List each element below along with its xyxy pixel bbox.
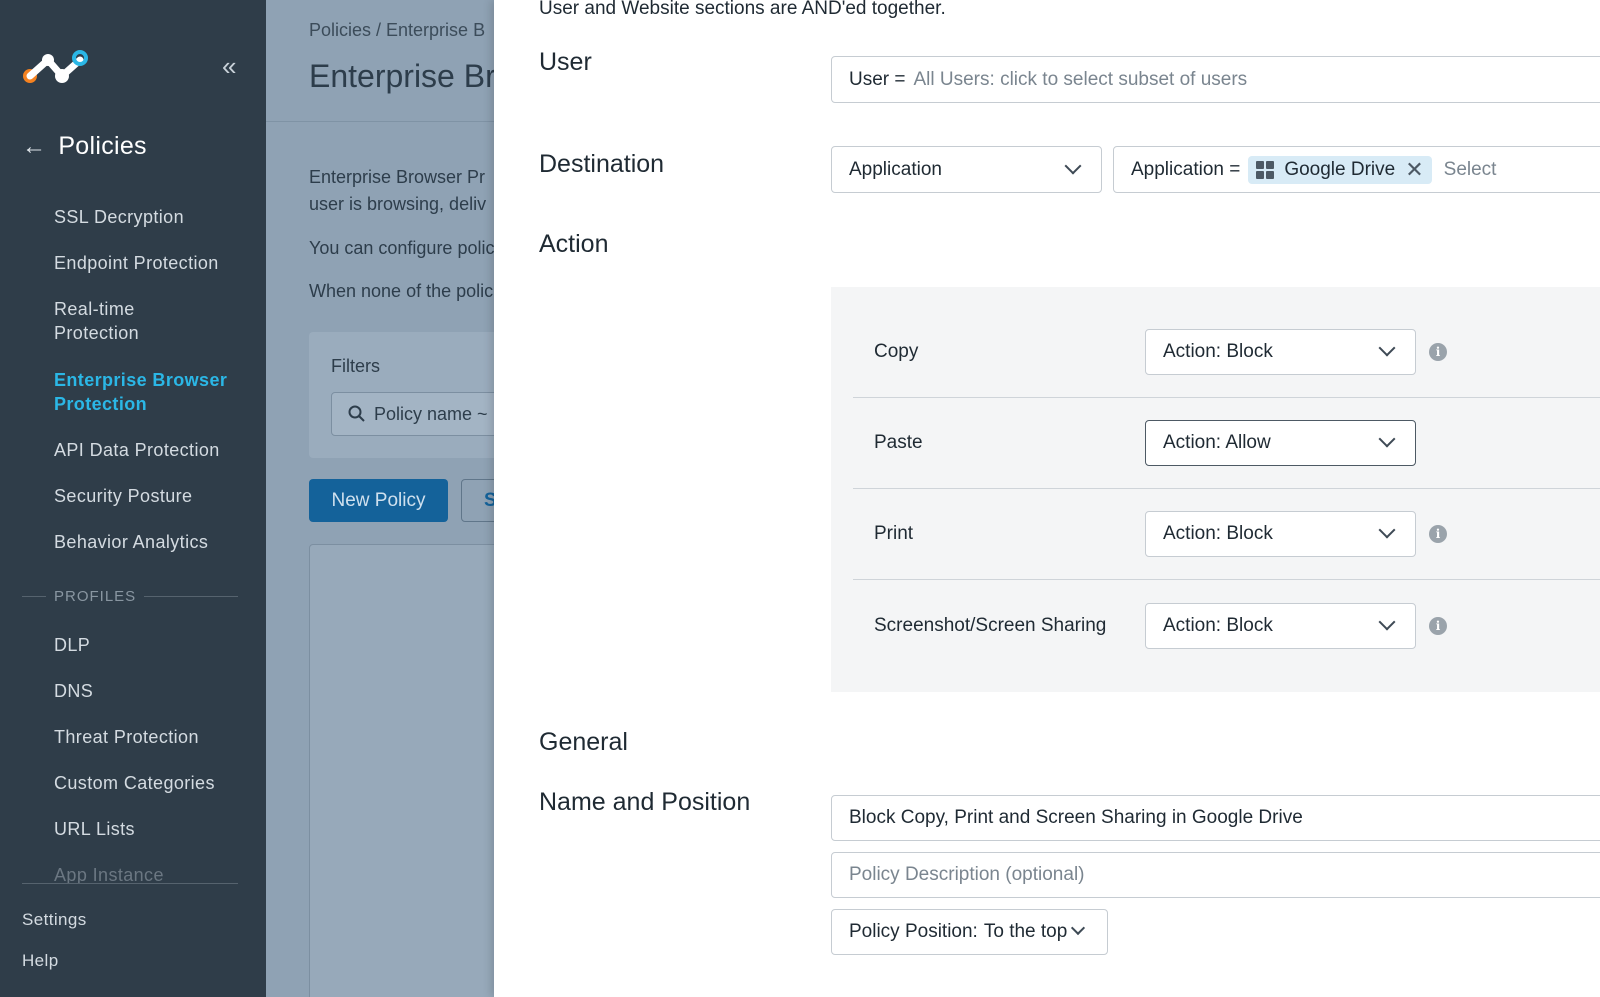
sidebar-item-enterprise-browser-protection[interactable]: Enterprise Browser Protection xyxy=(54,368,254,416)
sidebar-item-ssl-decryption[interactable]: SSL Decryption xyxy=(54,205,254,229)
sidebar: « ← Policies SSL Decryption Endpoint Pro… xyxy=(0,0,266,997)
action-section-label: Action xyxy=(539,230,609,258)
application-selector-field[interactable]: Application = Google Drive ✕ Select xyxy=(1113,146,1600,193)
print-action-value: Action: Block xyxy=(1163,523,1273,544)
destination-section-label: Destination xyxy=(539,150,665,178)
logo-icon[interactable] xyxy=(22,48,92,88)
policy-description-placeholder: Policy Description (optional) xyxy=(849,864,1085,885)
info-icon[interactable]: i xyxy=(1429,525,1447,543)
policy-position-prefix: Policy Position: xyxy=(849,921,978,942)
action-row-label: Paste xyxy=(874,432,923,453)
breadcrumb: Policies / Enterprise B xyxy=(309,20,486,40)
application-field-prefix: Application = xyxy=(1131,158,1241,180)
name-position-label: Name and Position xyxy=(539,788,751,816)
action-row-copy: Copy Action: Block i xyxy=(853,307,1600,398)
action-row-paste: Paste Action: Allow xyxy=(853,398,1600,489)
print-action-select[interactable]: Action: Block xyxy=(1145,511,1416,557)
filters-label: Filters xyxy=(331,356,380,376)
policy-position-select[interactable]: Policy Position: To the top xyxy=(831,909,1108,955)
sidebar-item-custom-categories[interactable]: Custom Categories xyxy=(54,771,254,795)
policy-description-input[interactable]: Policy Description (optional) xyxy=(831,852,1600,898)
secondary-button[interactable]: S xyxy=(461,479,494,522)
page-description-line: Enterprise Browser Pr xyxy=(309,167,486,187)
sidebar-item-dlp[interactable]: DLP xyxy=(54,633,254,657)
sidebar-section-title: Policies xyxy=(58,132,147,160)
destination-type-value: Application xyxy=(849,158,942,180)
user-field-value: All Users: click to select subset of use… xyxy=(913,68,1248,90)
page-description-line: You can configure polic xyxy=(309,238,494,258)
user-section-label: User xyxy=(539,48,592,76)
app-grid-icon xyxy=(1256,160,1275,179)
destination-type-select[interactable]: Application xyxy=(831,146,1102,193)
application-chip-label: Google Drive xyxy=(1284,158,1396,180)
general-section-label: General xyxy=(539,728,628,756)
copy-action-value: Action: Block xyxy=(1163,341,1273,362)
background-page: Policies / Enterprise B Enterprise Br En… xyxy=(266,0,494,997)
sections-note: User and Website sections are AND'ed tog… xyxy=(539,0,946,19)
back-arrow-icon[interactable]: ← xyxy=(22,133,46,161)
paste-action-select[interactable]: Action: Allow xyxy=(1145,420,1416,466)
chevron-down-icon xyxy=(1378,613,1396,630)
chevron-down-icon xyxy=(1378,339,1396,357)
sidebar-item-url-lists[interactable]: URL Lists xyxy=(54,817,254,841)
user-selector-field[interactable]: User = All Users: click to select subset… xyxy=(831,56,1600,103)
copy-action-select[interactable]: Action: Block xyxy=(1145,329,1416,375)
user-field-prefix: User = xyxy=(849,68,906,90)
policy-editor-panel: User and Website sections are AND'ed tog… xyxy=(494,0,1600,997)
page-title: Enterprise Br xyxy=(309,58,494,94)
policy-name-input[interactable]: Block Copy, Print and Screen Sharing in … xyxy=(831,795,1600,841)
chevron-down-icon xyxy=(1070,920,1086,936)
filters-panel: Filters Policy name ~ xyxy=(309,332,494,458)
action-row-print: Print Action: Block i xyxy=(853,489,1600,580)
application-select-placeholder[interactable]: Select xyxy=(1444,159,1497,181)
page-header: Policies / Enterprise B Enterprise Br xyxy=(266,0,494,122)
sidebar-item-app-instance[interactable]: App Instance xyxy=(54,863,254,883)
action-row-screenshot: Screenshot/Screen Sharing Action: Block … xyxy=(853,580,1600,671)
application-chip: Google Drive ✕ xyxy=(1248,155,1432,184)
page-description-line: user is browsing, deliv xyxy=(309,194,487,214)
sidebar-item-threat-protection[interactable]: Threat Protection xyxy=(54,725,254,749)
sidebar-item-realtime-protection[interactable]: Real-time Protection xyxy=(54,297,254,345)
action-row-label: Screenshot/Screen Sharing xyxy=(874,614,1107,636)
policy-name-value: Block Copy, Print and Screen Sharing in … xyxy=(849,807,1303,828)
screenshot-action-select[interactable]: Action: Block xyxy=(1145,602,1416,649)
chevron-down-icon xyxy=(1378,521,1396,539)
sidebar-item-endpoint-protection[interactable]: Endpoint Protection xyxy=(54,251,254,275)
action-settings-box: Copy Action: Block i Paste Action: Allow… xyxy=(831,287,1600,692)
sidebar-divider xyxy=(22,883,238,884)
profiles-heading: PROFILES xyxy=(22,588,238,605)
sidebar-item-api-data-protection[interactable]: API Data Protection xyxy=(54,438,254,462)
info-icon[interactable]: i xyxy=(1429,616,1447,635)
sidebar-help[interactable]: Help xyxy=(22,951,59,971)
chevron-down-icon xyxy=(1378,430,1396,448)
policy-name-filter[interactable]: Policy name ~ xyxy=(331,392,494,436)
policy-position-value: To the top xyxy=(983,921,1068,942)
action-row-label: Copy xyxy=(874,341,919,362)
new-policy-button[interactable]: New Policy xyxy=(309,479,448,522)
sidebar-item-behavior-analytics[interactable]: Behavior Analytics xyxy=(54,530,254,554)
sidebar-section-header[interactable]: ← Policies xyxy=(22,132,147,161)
sidebar-item-security-posture[interactable]: Security Posture xyxy=(54,484,254,508)
search-icon xyxy=(348,405,365,422)
chevron-down-icon xyxy=(1064,157,1082,175)
paste-action-value: Action: Allow xyxy=(1163,432,1271,453)
info-icon[interactable]: i xyxy=(1429,343,1447,361)
action-row-label: Print xyxy=(874,523,914,544)
page-description-line: When none of the polic xyxy=(309,281,494,301)
screenshot-action-value: Action: Block xyxy=(1163,614,1273,636)
collapse-icon[interactable]: « xyxy=(222,53,246,79)
sidebar-settings[interactable]: Settings xyxy=(22,910,87,930)
close-icon[interactable]: ✕ xyxy=(1405,158,1423,181)
policy-list-card xyxy=(309,544,494,997)
sidebar-item-dns[interactable]: DNS xyxy=(54,679,254,703)
